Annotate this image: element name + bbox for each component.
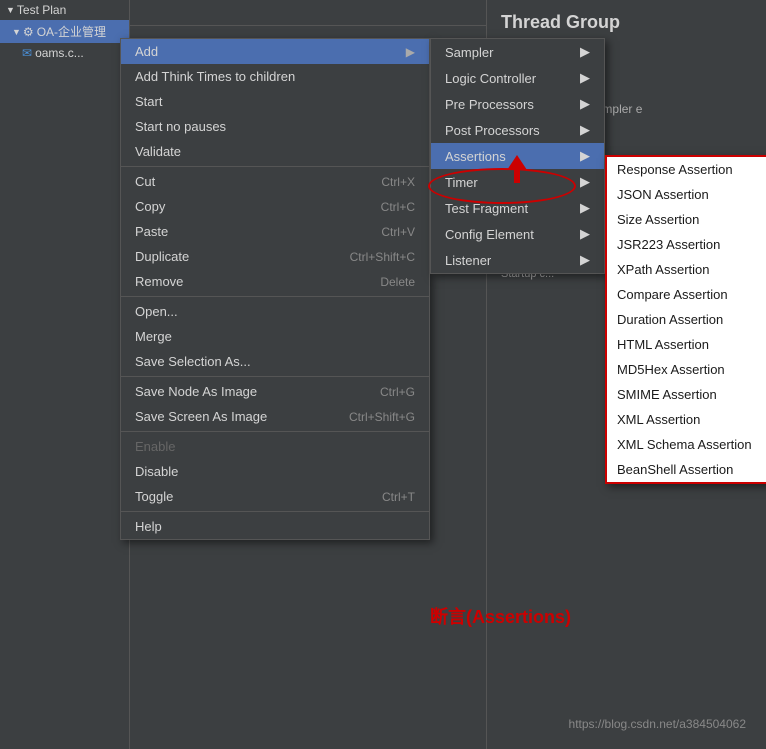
assertion-response[interactable]: Response Assertion: [607, 157, 766, 182]
arrow-icon: ▶: [580, 44, 590, 60]
context-menu-help[interactable]: Help: [121, 514, 429, 539]
assertion-xml-schema[interactable]: XML Schema Assertion: [607, 432, 766, 457]
context-menu-start-no-pauses[interactable]: Start no pauses: [121, 114, 429, 139]
assertion-md5hex[interactable]: MD5Hex Assertion: [607, 357, 766, 382]
separator-1: [121, 166, 429, 167]
submenu-add: Sampler ▶ Logic Controller ▶ Pre Process…: [430, 38, 605, 274]
tree-item-oams[interactable]: ✉ oams.c...: [0, 43, 129, 63]
annotation-url: https://blog.csdn.net/a384504062: [569, 717, 746, 731]
context-menu-validate[interactable]: Validate: [121, 139, 429, 164]
submenu-post-processors[interactable]: Post Processors ▶: [431, 117, 604, 143]
separator-4: [121, 431, 429, 432]
submenu-assertions-panel: Response Assertion JSON Assertion Size A…: [605, 155, 766, 484]
submenu-config-element[interactable]: Config Element ▶: [431, 221, 604, 247]
assertion-compare[interactable]: Compare Assertion: [607, 282, 766, 307]
arrow-icon: ▶: [406, 45, 415, 59]
tree-item-oa[interactable]: ▼ ⚙ OA-企业管理: [0, 20, 129, 43]
triangle-icon: ▼: [12, 27, 21, 37]
context-menu-cut[interactable]: Cut Ctrl+X: [121, 169, 429, 194]
submenu-assertions[interactable]: Assertions ▶: [431, 143, 604, 169]
arrow-icon: ▶: [580, 70, 590, 86]
left-panel: ▼ Test Plan ▼ ⚙ OA-企业管理 ✉ oams.c...: [0, 0, 130, 749]
assertion-duration[interactable]: Duration Assertion: [607, 307, 766, 332]
context-menu-remove[interactable]: Remove Delete: [121, 269, 429, 294]
arrow-icon: ▶: [580, 226, 590, 242]
tree-label: oams.c...: [35, 46, 84, 60]
context-menu-save-node[interactable]: Save Node As Image Ctrl+G: [121, 379, 429, 404]
context-menu-copy[interactable]: Copy Ctrl+C: [121, 194, 429, 219]
context-menu-duplicate[interactable]: Duplicate Ctrl+Shift+C: [121, 244, 429, 269]
arrow-icon: ▶: [580, 148, 590, 164]
arrow-icon: ▶: [580, 96, 590, 112]
assertion-jsr223[interactable]: JSR223 Assertion: [607, 232, 766, 257]
context-menu-merge[interactable]: Merge: [121, 324, 429, 349]
context-menu-paste[interactable]: Paste Ctrl+V: [121, 219, 429, 244]
assertion-json[interactable]: JSON Assertion: [607, 182, 766, 207]
gear-icon: ⚙: [23, 25, 34, 39]
tree-label: OA-企业管理: [37, 23, 106, 40]
assertion-xpath[interactable]: XPath Assertion: [607, 257, 766, 282]
context-menu-disable[interactable]: Disable: [121, 459, 429, 484]
separator-5: [121, 511, 429, 512]
context-menu: Add ▶ Add Think Times to children Start …: [120, 38, 430, 540]
tree-label: Test Plan: [17, 3, 66, 17]
context-menu-think-times[interactable]: Add Think Times to children: [121, 64, 429, 89]
submenu-test-fragment[interactable]: Test Fragment ▶: [431, 195, 604, 221]
arrow-icon: ▶: [580, 122, 590, 138]
context-menu-add[interactable]: Add ▶: [121, 39, 429, 64]
context-menu-open[interactable]: Open...: [121, 299, 429, 324]
assertion-beanshell[interactable]: BeanShell Assertion: [607, 457, 766, 482]
submenu-logic-controller[interactable]: Logic Controller ▶: [431, 65, 604, 91]
arrow-icon: ▶: [580, 174, 590, 190]
submenu-sampler[interactable]: Sampler ▶: [431, 39, 604, 65]
tree-item-testplan[interactable]: ▼ Test Plan: [0, 0, 129, 20]
separator-2: [121, 296, 429, 297]
context-menu-save-selection[interactable]: Save Selection As...: [121, 349, 429, 374]
thread-group-title: Thread Group: [487, 0, 766, 41]
assertion-smime[interactable]: SMIME Assertion: [607, 382, 766, 407]
assertion-xml[interactable]: XML Assertion: [607, 407, 766, 432]
submenu-listener[interactable]: Listener ▶: [431, 247, 604, 273]
context-menu-enable: Enable: [121, 434, 429, 459]
submenu-timer[interactable]: Timer ▶: [431, 169, 604, 195]
context-menu-save-screen[interactable]: Save Screen As Image Ctrl+Shift+G: [121, 404, 429, 429]
context-menu-start[interactable]: Start: [121, 89, 429, 114]
submenu-pre-processors[interactable]: Pre Processors ▶: [431, 91, 604, 117]
assertion-size[interactable]: Size Assertion: [607, 207, 766, 232]
assertion-html[interactable]: HTML Assertion: [607, 332, 766, 357]
http-icon: ✉: [22, 46, 32, 60]
triangle-icon: ▼: [6, 5, 15, 15]
arrow-icon: ▶: [580, 252, 590, 268]
app-container: Test Plan ▼ Test Plan ▼ ⚙ OA-企业管理 ✉ oams…: [0, 0, 766, 749]
arrow-icon: ▶: [580, 200, 590, 216]
separator-3: [121, 376, 429, 377]
annotation-text: 断言(Assertions): [430, 603, 571, 629]
context-menu-toggle[interactable]: Toggle Ctrl+T: [121, 484, 429, 509]
